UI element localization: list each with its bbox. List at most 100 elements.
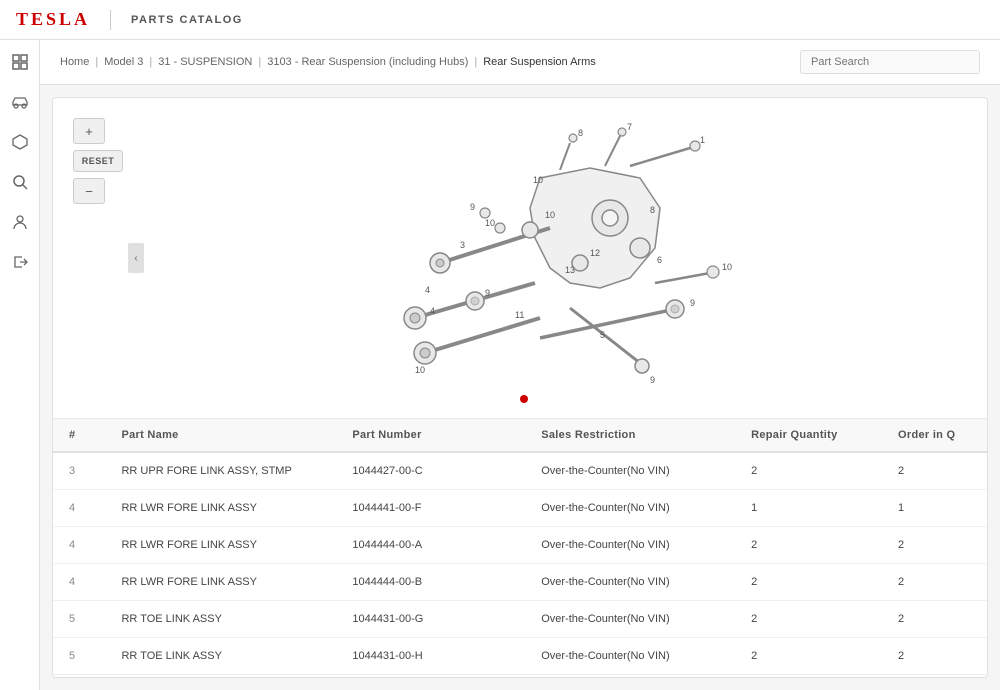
table-row[interactable]: 5 RR TOE LINK ASSY 1044431-00-H Over-the… [53,638,987,675]
sub-header: Home | Model 3 | 31 - SUSPENSION | 3103 … [40,40,1000,85]
cell-repair-qty: 2 [735,601,882,638]
svg-text:7: 7 [627,122,632,132]
cell-sales: Over-the-Counter(No VIN) [525,601,735,638]
svg-text:12: 12 [590,248,600,258]
breadcrumb-model3[interactable]: Model 3 [104,56,143,68]
cell-name: RR LWR FORE LINK ASSY [105,490,336,527]
zoom-controls: + RESET − [73,118,123,204]
cell-partno: 1044441-00-F [336,490,525,527]
col-header-repair: Repair Quantity [735,419,882,452]
svg-text:9: 9 [690,298,695,308]
cell-name: RR UPR FORE LINK ASSY, STMP [105,452,336,490]
svg-text:4: 4 [430,306,435,316]
breadcrumb: Home | Model 3 | 31 - SUSPENSION | 3103 … [60,56,596,68]
cell-repair-qty: 2 [735,452,882,490]
cell-num: 4 [53,527,105,564]
cell-name: RR LWR FORE LINK ASSY [105,527,336,564]
col-header-name: Part Name [105,419,336,452]
svg-text:10: 10 [485,218,495,228]
car-icon[interactable] [10,92,30,112]
svg-text:3: 3 [460,240,465,250]
cell-order-qty: 2 [882,601,987,638]
part-search-input[interactable] [800,50,980,74]
app-header: TESLA PARTS CATALOG [0,0,1000,40]
table-header-row: # Part Name Part Number Sales Restrictio… [53,419,987,452]
col-header-sales: Sales Restriction [525,419,735,452]
svg-text:10: 10 [533,175,543,185]
cell-repair-qty: 2 [735,638,882,675]
svg-text:8: 8 [578,128,583,138]
cell-order-qty: 1 [882,490,987,527]
svg-text:8: 8 [650,205,655,215]
position-indicator [520,395,528,403]
cell-order-qty: 2 [882,527,987,564]
svg-text:10: 10 [415,365,425,375]
parts-diagram: 3 1 8 7 8 [73,118,967,398]
table-row[interactable]: 4 RR LWR FORE LINK ASSY 1044444-00-B Ove… [53,564,987,601]
breadcrumb-suspension[interactable]: 31 - SUSPENSION [158,56,252,68]
cell-repair-qty: 2 [735,564,882,601]
cell-partno: 1044431-00-G [336,601,525,638]
cell-partno: 1044427-00-C [336,452,525,490]
svg-text:5: 5 [600,330,605,340]
cell-sales: Over-the-Counter(No VIN) [525,527,735,564]
breadcrumb-home[interactable]: Home [60,56,89,68]
diagram-section: + RESET − ‹ [53,98,987,419]
cell-partno: 1044431-00-H [336,638,525,675]
zoom-in-button[interactable]: + [73,118,105,144]
sidebar [0,40,40,690]
svg-text:13: 13 [565,265,575,275]
svg-text:9: 9 [485,288,490,298]
cell-repair-qty: 1 [735,490,882,527]
svg-text:11: 11 [515,310,524,320]
logo-area: TESLA PARTS CATALOG [16,9,243,30]
search-icon[interactable] [10,172,30,192]
svg-text:4: 4 [425,285,430,295]
header-divider [110,10,111,30]
diagram-svg: 3 1 8 7 8 [260,118,780,398]
breadcrumb-rear-susp[interactable]: 3103 - Rear Suspension (including Hubs) [267,56,468,68]
cell-sales: Over-the-Counter(No VIN) [525,490,735,527]
cell-num: 4 [53,564,105,601]
cell-sales: Over-the-Counter(No VIN) [525,638,735,675]
svg-text:9: 9 [470,202,475,212]
cell-num: 5 [53,601,105,638]
parts-icon[interactable] [10,132,30,152]
table-row[interactable]: 5 RR TOE LINK ASSY 1044431-00-G Over-the… [53,601,987,638]
svg-text:6: 6 [657,255,662,265]
cell-name: RR LWR FORE LINK ASSY [105,564,336,601]
cell-name: RR TOE LINK ASSY [105,638,336,675]
cell-sales: Over-the-Counter(No VIN) [525,452,735,490]
main-panel: Home | Model 3 | 31 - SUSPENSION | 3103 … [40,40,1000,690]
cell-repair-qty: 2 [735,527,882,564]
col-header-partno: Part Number [336,419,525,452]
cell-order-qty: 2 [882,638,987,675]
cell-partno: 1044444-00-B [336,564,525,601]
table-row[interactable]: 4 RR LWR FORE LINK ASSY 1044441-00-F Ove… [53,490,987,527]
svg-text:1: 1 [700,135,705,145]
collapse-arrow[interactable]: ‹ [128,243,144,273]
svg-text:10: 10 [545,210,555,220]
cell-num: 5 [53,638,105,675]
breadcrumb-current: Rear Suspension Arms [483,56,596,68]
catalog-label: PARTS CATALOG [131,14,243,26]
cell-order-qty: 2 [882,452,987,490]
cell-order-qty: 2 [882,564,987,601]
logout-icon[interactable] [10,252,30,272]
svg-text:9: 9 [650,375,655,385]
col-header-order: Order in Q [882,419,987,452]
table-row[interactable]: 3 RR UPR FORE LINK ASSY, STMP 1044427-00… [53,452,987,490]
user-icon[interactable] [10,212,30,232]
zoom-out-button[interactable]: − [73,178,105,204]
cell-name: RR TOE LINK ASSY [105,601,336,638]
parts-table: # Part Name Part Number Sales Restrictio… [53,419,987,675]
cell-num: 3 [53,452,105,490]
col-header-num: # [53,419,105,452]
main-layout: Home | Model 3 | 31 - SUSPENSION | 3103 … [0,40,1000,690]
grid-icon[interactable] [10,52,30,72]
table-row[interactable]: 4 RR LWR FORE LINK ASSY 1044444-00-A Ove… [53,527,987,564]
cell-num: 4 [53,490,105,527]
cell-sales: Over-the-Counter(No VIN) [525,564,735,601]
content-area: + RESET − ‹ [52,97,988,678]
reset-button[interactable]: RESET [73,150,123,172]
